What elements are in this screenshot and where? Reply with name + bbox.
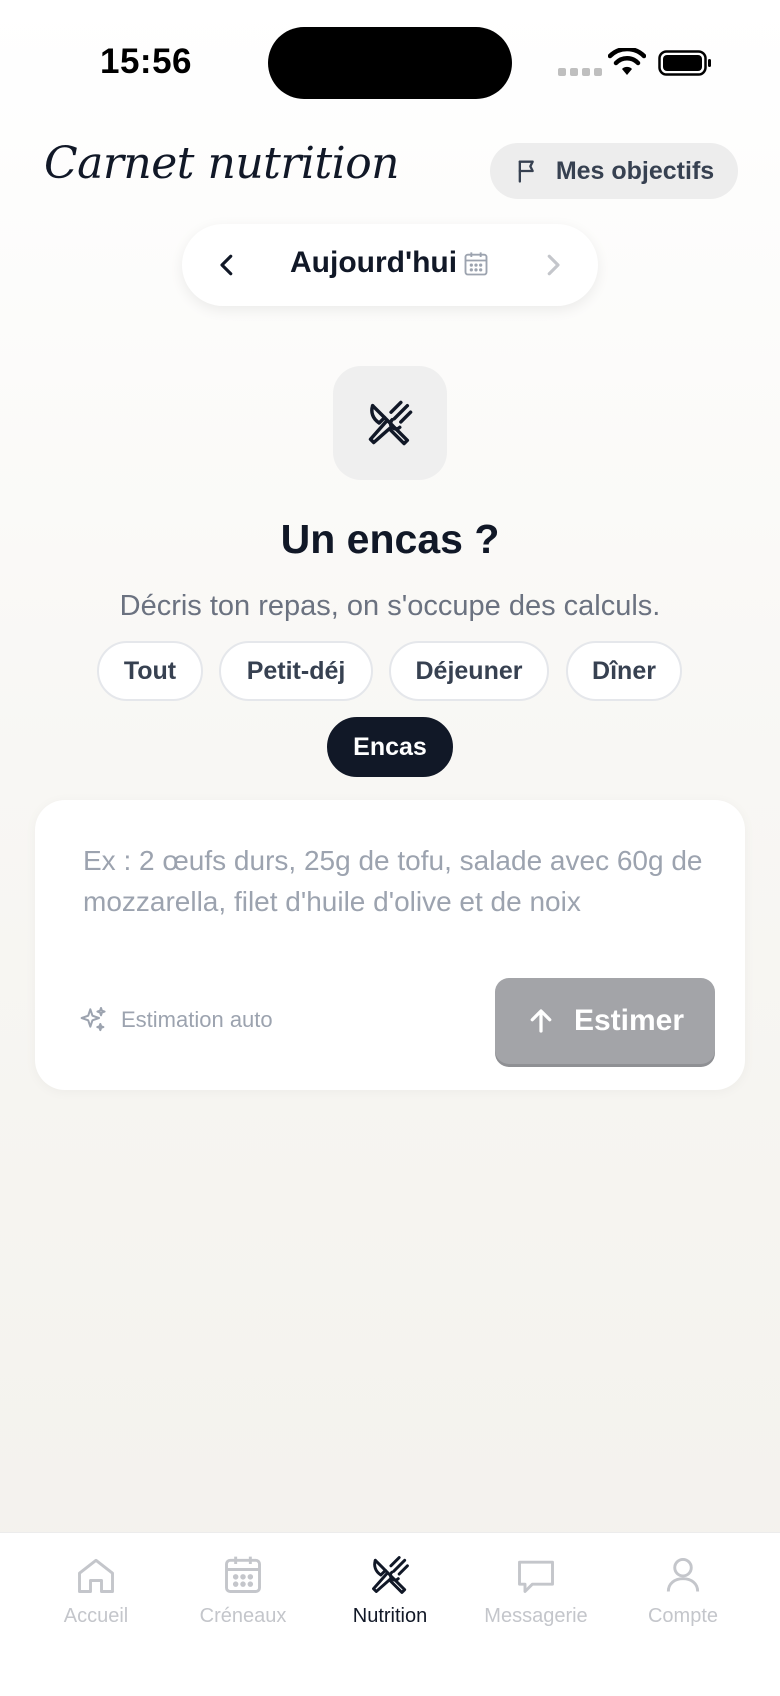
auto-estimation-label: Estimation auto [121,1007,273,1032]
filter-chip-diner[interactable]: Dîner [566,641,682,701]
estimate-button-label: Estimer [573,1004,685,1037]
battery-icon [658,50,711,76]
user-icon [666,1557,700,1592]
status-time: 15:56 [100,42,193,81]
filter-chip-petit-dej[interactable]: Petit-déj [219,641,373,701]
goals-button[interactable]: Mes objectifs [490,143,738,199]
sparkles-icon [80,1007,106,1032]
tab-label: Nutrition [352,1605,428,1627]
auto-estimation-indicator: Estimation auto [77,1004,273,1036]
meal-description-input[interactable] [83,840,703,950]
flag-icon [518,160,534,183]
date-navigator: Aujourd'hui [182,224,598,306]
status-bar: 15:56 [0,0,780,130]
tab-label: Messagerie [484,1605,588,1627]
utensils-icon [368,400,413,446]
tab-messagerie[interactable]: Messagerie [458,1553,614,1628]
filter-chip-encas[interactable]: Encas [327,717,453,777]
filter-chip-dejeuner[interactable]: Déjeuner [389,641,549,701]
chevron-right-icon[interactable] [538,250,568,280]
meal-illustration [333,366,447,480]
calendar-icon[interactable] [462,250,490,278]
wifi-icon [608,48,646,75]
empty-state-heading: Un encas ? [280,516,500,562]
tab-label: Créneaux [199,1605,287,1627]
bottom-tab-bar: Accueil Créneaux Nutrition Messagerie Co… [0,1532,780,1696]
tab-label: Accueil [63,1605,129,1627]
tab-nutrition[interactable]: Nutrition [312,1553,468,1628]
arrow-up-icon [530,1009,552,1033]
tab-accueil[interactable]: Accueil [18,1553,174,1628]
home-icon [78,1558,114,1593]
estimate-button[interactable]: Estimer [495,978,715,1064]
tab-label: Compte [647,1605,719,1627]
cellular-signal-icon [558,68,602,76]
filter-chip-tout[interactable]: Tout [97,641,203,701]
app-title: Carnet nutrition [44,138,400,189]
chevron-left-icon[interactable] [212,250,242,280]
message-icon [518,1560,554,1593]
calendar-icon [225,1556,261,1593]
tab-compte[interactable]: Compte [605,1553,761,1628]
empty-state-subtext: Décris ton repas, on s'occupe des calcul… [119,590,661,622]
date-label[interactable]: Aujourd'hui [290,246,457,280]
utensils-icon [372,1556,409,1594]
dynamic-island [268,27,512,99]
meal-input-card: Estimation auto Estimer [35,800,745,1090]
tab-creneaux[interactable]: Créneaux [165,1553,321,1628]
goals-button-label: Mes objectifs [555,156,715,185]
